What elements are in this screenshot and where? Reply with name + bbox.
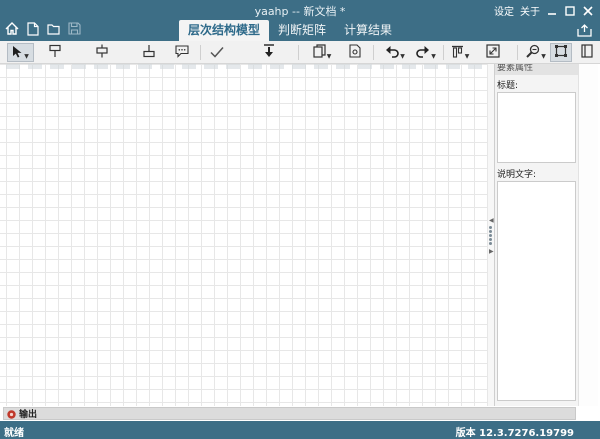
new-file-icon[interactable] [25,21,40,36]
splitter-grip [489,226,492,229]
version-text: 版本 12.3.7276.19799 [455,428,574,439]
output-tab[interactable]: 输出 [3,407,576,420]
collapse-arrow-icon[interactable]: ◀ [489,217,494,224]
minimize-icon[interactable] [546,5,558,17]
redo-button[interactable]: ▼ [414,43,438,62]
document-button[interactable] [346,43,364,62]
copy-button[interactable]: ▼ [310,43,334,62]
top-node-icon [48,43,62,62]
toolbar-separator [200,45,201,60]
middle-node-icon [95,43,109,62]
pointer-tool[interactable]: ▼ [7,43,34,62]
comment-icon [175,43,189,62]
zoom-icon [526,43,540,62]
panel-header: 要素属性 [495,64,578,75]
title-field[interactable] [497,92,576,163]
model-canvas[interactable] [0,64,490,406]
check-icon [210,43,224,62]
more-tools-button[interactable] [578,43,596,62]
settings-link[interactable]: 设定 [494,3,514,18]
save-icon[interactable] [67,21,82,36]
fit-to-window-button[interactable] [484,43,502,62]
frame-select-button[interactable] [550,43,572,62]
redo-icon [416,43,430,62]
status-bar: 就绪 版本 12.3.7276.19799 [0,421,600,439]
tab-judgment-matrix[interactable]: 判断矩阵 [269,20,335,41]
canvas-ghost-text [6,64,486,69]
window-controls: 设定 关于 [494,3,594,18]
main-tabs: 层次结构模型 判断矩阵 计算结果 [179,20,401,41]
close-icon[interactable] [582,5,594,17]
move-down-button[interactable] [260,43,278,62]
home-icon[interactable] [4,21,19,36]
tab-hierarchy-model[interactable]: 层次结构模型 [179,20,270,41]
export-icon[interactable] [577,22,592,41]
description-field[interactable] [497,181,576,401]
output-label: 输出 [19,410,38,420]
quick-access-toolbar [4,21,82,36]
panel-toggle-icon [581,43,593,62]
undo-button[interactable]: ▼ [383,43,407,62]
zoom-button[interactable]: ▼ [524,43,548,62]
description-label: 说明文字: [497,170,537,180]
properties-panel: 要素属性 标题: 说明文字: [494,64,578,406]
toolbar-separator [298,45,299,60]
output-bar: 输出 [0,406,600,421]
title-label: 标题: [497,81,519,91]
check-model-button[interactable] [208,43,226,62]
tab-calculation-results[interactable]: 计算结果 [335,20,401,41]
maximize-icon[interactable] [564,5,576,17]
arrow-down-icon [263,43,275,62]
toolbar: ▼ ▼ ▼ ▼ ▼ ▼ [0,41,600,64]
align-icon [451,43,464,62]
frame-icon [554,43,568,62]
fit-icon [486,43,500,62]
add-top-node-button[interactable] [46,43,64,62]
open-folder-icon[interactable] [46,21,61,36]
undo-icon [385,43,399,62]
copy-icon [313,43,326,62]
title-bar: yaahp -- 新文档 * 层次结构模型 判断矩阵 计算结果 设定 关于 [0,0,600,41]
add-bottom-node-button[interactable] [140,43,158,62]
add-comment-button[interactable] [173,43,191,62]
add-middle-node-button[interactable] [93,43,111,62]
document-icon [349,43,361,62]
expand-arrow-icon[interactable]: ▶ [489,248,494,255]
toolbar-separator [373,45,374,60]
panel-scrollbar[interactable] [578,64,600,406]
about-link[interactable]: 关于 [520,3,540,18]
toolbar-separator [517,45,518,60]
toolbar-separator [443,45,444,60]
pointer-icon [12,43,23,62]
bottom-node-icon [142,43,156,62]
align-button[interactable]: ▼ [448,43,472,62]
status-text: 就绪 [4,428,24,439]
